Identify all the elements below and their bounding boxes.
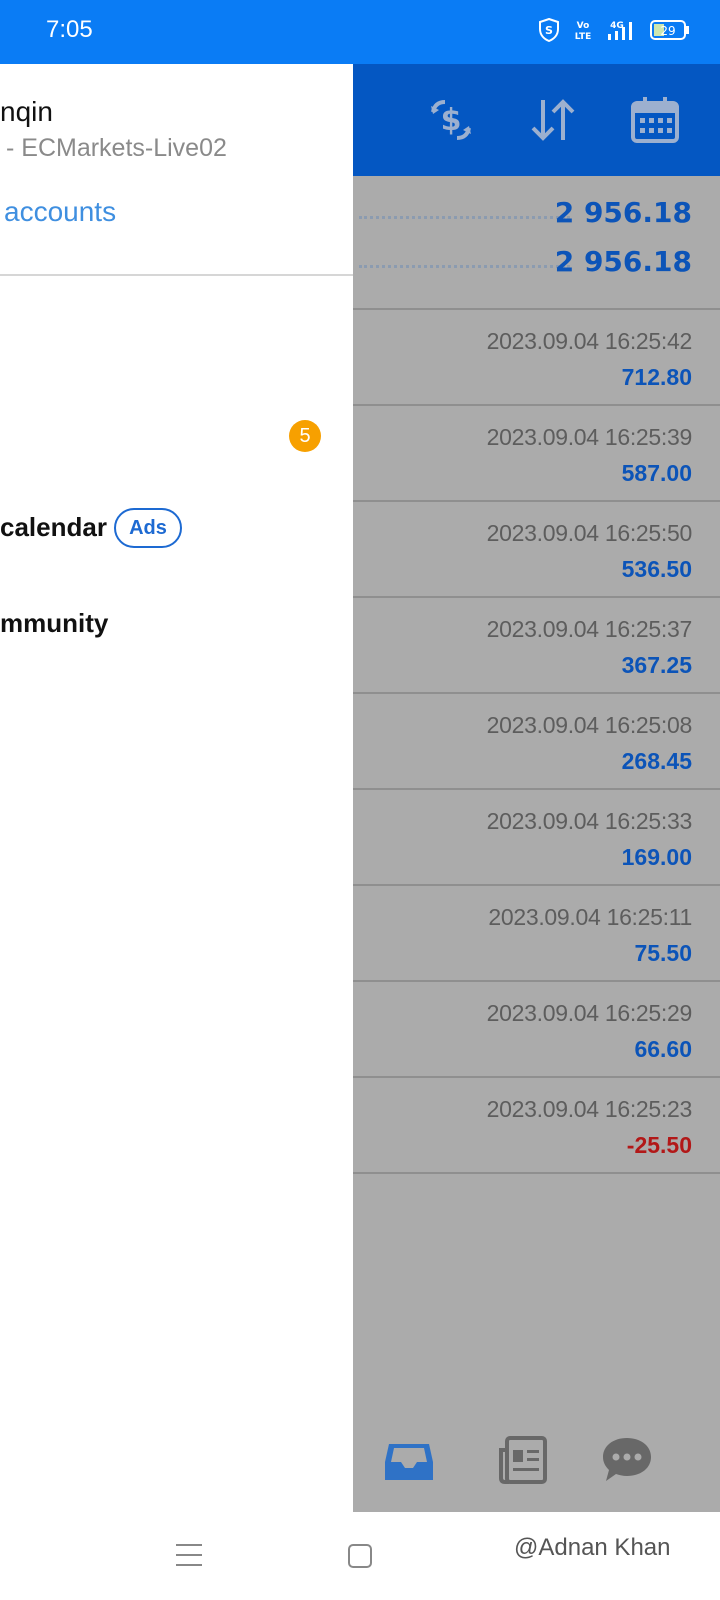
summary-row: 2 956.18 [353,190,720,240]
shield-s-icon: S [538,18,560,42]
status-time: 7:05 [46,16,93,43]
deal-row[interactable]: 2023.09.04 16:25:50 536.50 [353,502,720,598]
svg-text:29: 29 [660,24,675,38]
navigation-drawer: nqin - ECMarkets-Live02 accounts 5 calen… [0,64,353,1512]
deal-row[interactable]: 2023.09.04 16:25:11 75.50 [353,886,720,982]
deal-row[interactable]: 2023.09.04 16:25:42 712.80 [353,310,720,406]
svg-text:S: S [545,24,553,37]
deal-row[interactable]: 2023.09.04 16:25:39 587.00 [353,406,720,502]
history-panel: $ 2 956.18 2 956.18 2023.09.04 16:25:42 … [353,64,720,1512]
svg-text:Vo: Vo [577,21,590,31]
chat-icon[interactable] [601,1434,653,1486]
home-icon[interactable] [348,1544,372,1573]
recent-apps-icon[interactable] [176,1542,202,1573]
deal-row[interactable]: 2023.09.04 16:25:33 169.00 [353,790,720,886]
deal-profit: -25.50 [626,1132,692,1158]
divider [0,274,353,276]
notification-badge: 5 [289,420,321,452]
deal-time: 2023.09.04 16:25:11 [488,904,692,930]
deal-row[interactable]: 2023.09.04 16:25:29 66.60 [353,982,720,1078]
account-server: - ECMarkets-Live02 [6,134,227,162]
battery-icon: 29 [650,19,690,41]
deal-row[interactable]: 2023.09.04 16:25:37 367.25 [353,598,720,694]
news-icon[interactable] [497,1434,549,1486]
deal-profit: 268.45 [621,748,692,774]
system-nav-bar: @Adnan Khan [0,1512,720,1600]
deal-row[interactable]: 2023.09.04 16:25:08 268.45 [353,694,720,790]
signal-4g-icon: 4G [606,18,636,42]
svg-text:LTE: LTE [575,32,592,42]
summary-value: 2 956.18 [554,245,692,278]
inbox-icon[interactable] [383,1434,435,1486]
calendar-icon[interactable] [629,94,681,146]
volte-icon: Vo LTE [574,18,592,42]
watermark-text: @Adnan Khan [514,1534,671,1561]
deal-row[interactable]: 2023.09.04 16:25:23 -25.50 [353,1078,720,1174]
deal-time: 2023.09.04 16:25:33 [486,808,693,834]
deal-time: 2023.09.04 16:25:50 [486,520,693,546]
summary-value: 2 956.18 [554,196,692,229]
svg-text:4G: 4G [610,21,624,31]
deal-profit: 536.50 [621,556,692,582]
ads-tag: Ads [114,508,182,548]
deal-time: 2023.09.04 16:25:37 [486,616,693,642]
deal-time: 2023.09.04 16:25:39 [486,424,693,450]
deal-profit: 712.80 [621,364,692,390]
history-toolbar: $ [353,64,720,176]
deal-time: 2023.09.04 16:25:29 [486,1000,693,1026]
status-bar: 7:05 S Vo LTE 4G 29 [0,0,720,64]
deal-profit: 169.00 [621,844,692,870]
deal-profit: 66.60 [634,1036,692,1062]
summary-row: 2 956.18 [353,239,720,289]
status-icons: S Vo LTE 4G 29 [538,18,690,42]
account-name: nqin [0,96,53,127]
svg-text:$: $ [441,103,462,138]
deal-time: 2023.09.04 16:25:08 [486,712,693,738]
deal-profit: 587.00 [621,460,692,486]
currency-exchange-icon[interactable]: $ [425,94,477,146]
deal-profit: 75.50 [634,940,692,966]
deal-time: 2023.09.04 16:25:23 [486,1096,693,1122]
menu-item-community[interactable]: mmunity [0,608,108,639]
menu-item-calendar[interactable]: calendar [0,512,107,543]
dotted-leader [359,216,570,219]
deal-time: 2023.09.04 16:25:42 [486,328,693,354]
dotted-leader [359,265,570,268]
bottom-nav [353,1414,720,1512]
manage-accounts-link[interactable]: accounts [4,196,116,228]
deal-profit: 367.25 [621,652,692,678]
sort-icon[interactable] [527,94,579,146]
